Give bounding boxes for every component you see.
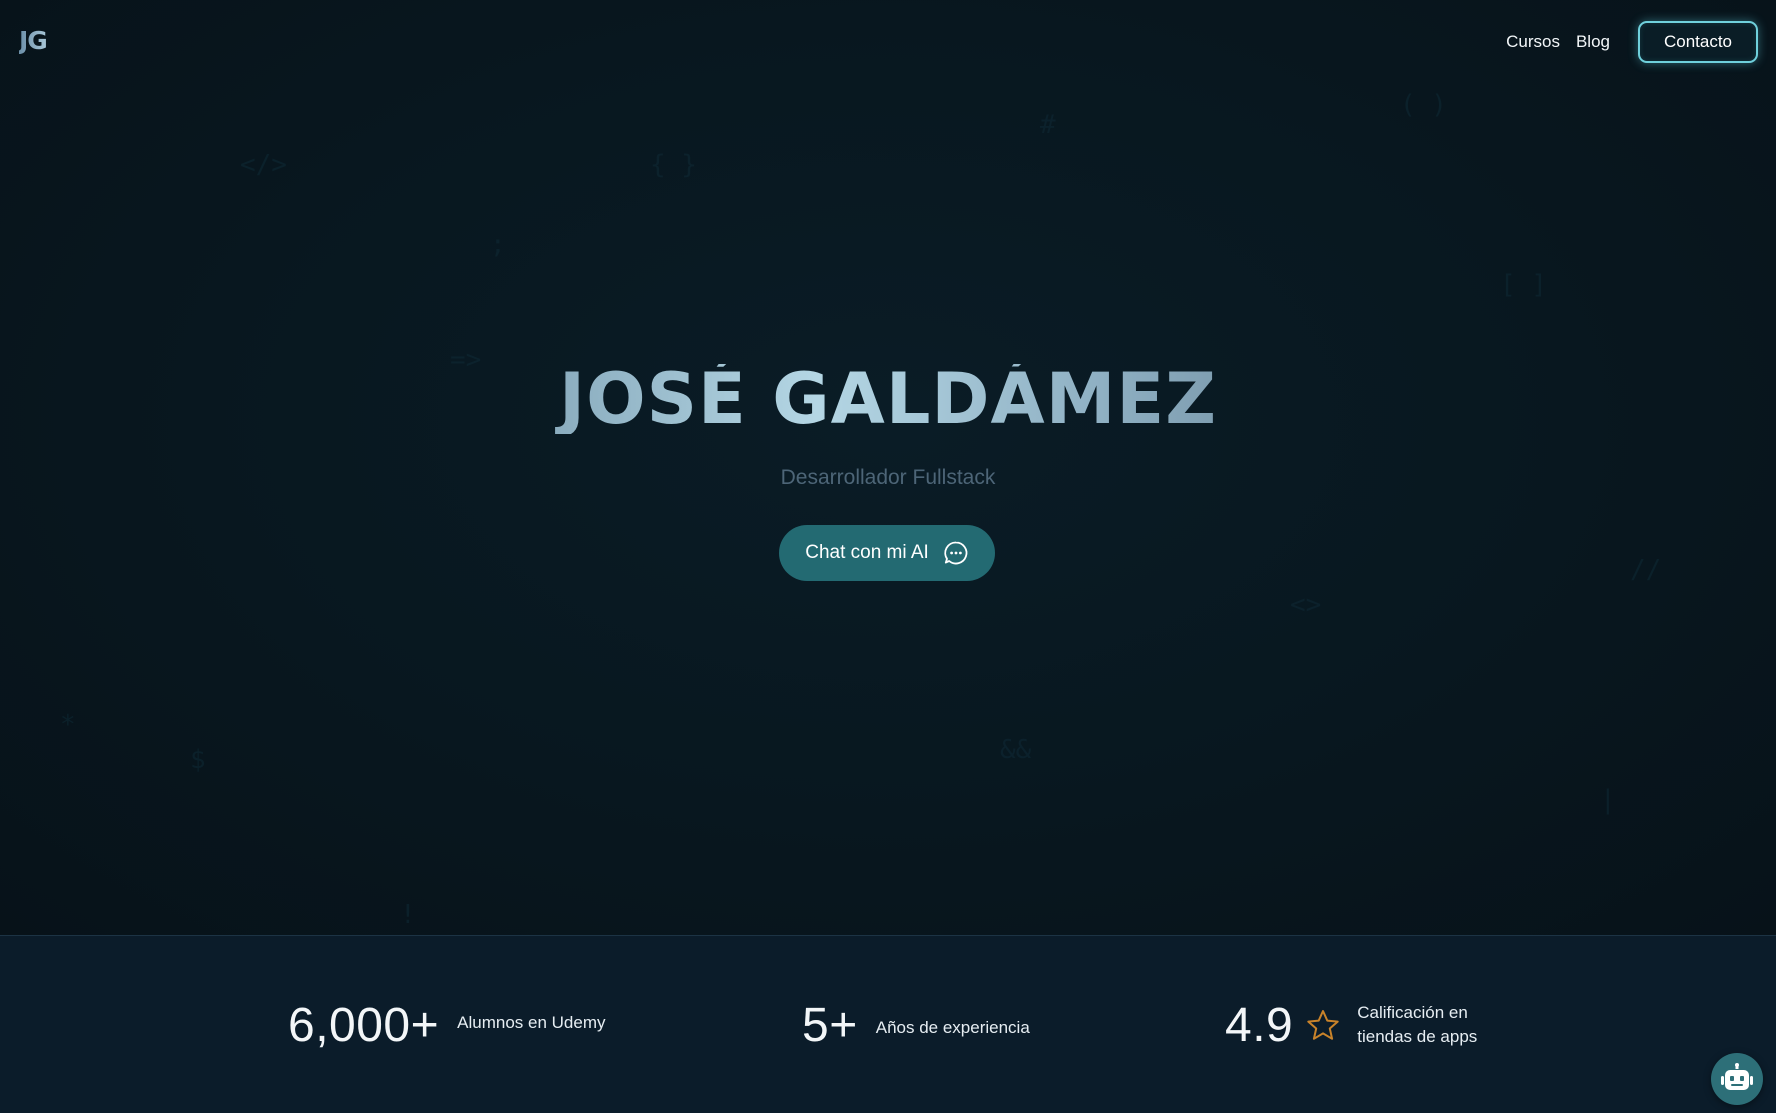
stat-value: 5+ [802,999,858,1052]
chat-button-label: Chat con mi AI [805,542,929,563]
background-glyph: * [60,710,76,740]
robot-icon [1721,1063,1753,1090]
contact-button[interactable]: Contacto [1638,21,1758,63]
stat-students: 6,000+ Alumnos en Udemy [288,998,606,1053]
top-nav: Cursos Blog Contacto [1506,20,1758,64]
background-glyph: ; [490,230,506,260]
nav-link-cursos[interactable]: Cursos [1506,32,1560,52]
star-icon [1307,1009,1339,1040]
stat-rating: 4.9 Calificación en tiendas de apps [1225,998,1497,1053]
stat-label: Calificación en tiendas de apps [1357,1002,1478,1046]
background-glyph: $ [190,745,206,775]
stat-value: 6,000+ [288,999,440,1052]
chat-bubble-icon [944,541,968,565]
background-glyph: ( ) [1400,90,1447,120]
background-glyph: </> [240,150,287,180]
background-glyph: # [1040,110,1056,140]
hero-subtitle: Desarrollador Fullstack [780,466,996,489]
hero-section: </> { } ; => # ( ) [ ] <> // $ * && | ! … [0,0,1776,935]
stat-label: Alumnos en Udemy [457,1012,606,1032]
hero-title: JOSÉ GALDÁMEZ [0,364,1776,434]
stat-label: Años de experiencia [875,1017,1030,1037]
stats-bar: 6,000+ Alumnos en Udemy 5+ Años de exper… [0,935,1776,1113]
background-glyph: && [1000,735,1032,765]
logo[interactable]: JG [19,26,48,55]
chat-with-ai-button[interactable]: Chat con mi AI [779,525,995,581]
stat-experience: 5+ Años de experiencia [802,998,1030,1053]
background-glyph: | [1600,785,1616,815]
background-glyph: { } [650,150,697,180]
nav-link-blog[interactable]: Blog [1576,32,1610,52]
page: </> { } ; => # ( ) [ ] <> // $ * && | ! … [0,0,1776,1113]
background-glyph: <> [1290,590,1322,620]
stat-value: 4.9 [1225,999,1294,1052]
background-glyph: [ ] [1500,270,1547,300]
chatbot-launcher-button[interactable] [1711,1053,1763,1105]
background-glyph: // [1630,555,1662,585]
background-glyph: ! [400,900,416,930]
